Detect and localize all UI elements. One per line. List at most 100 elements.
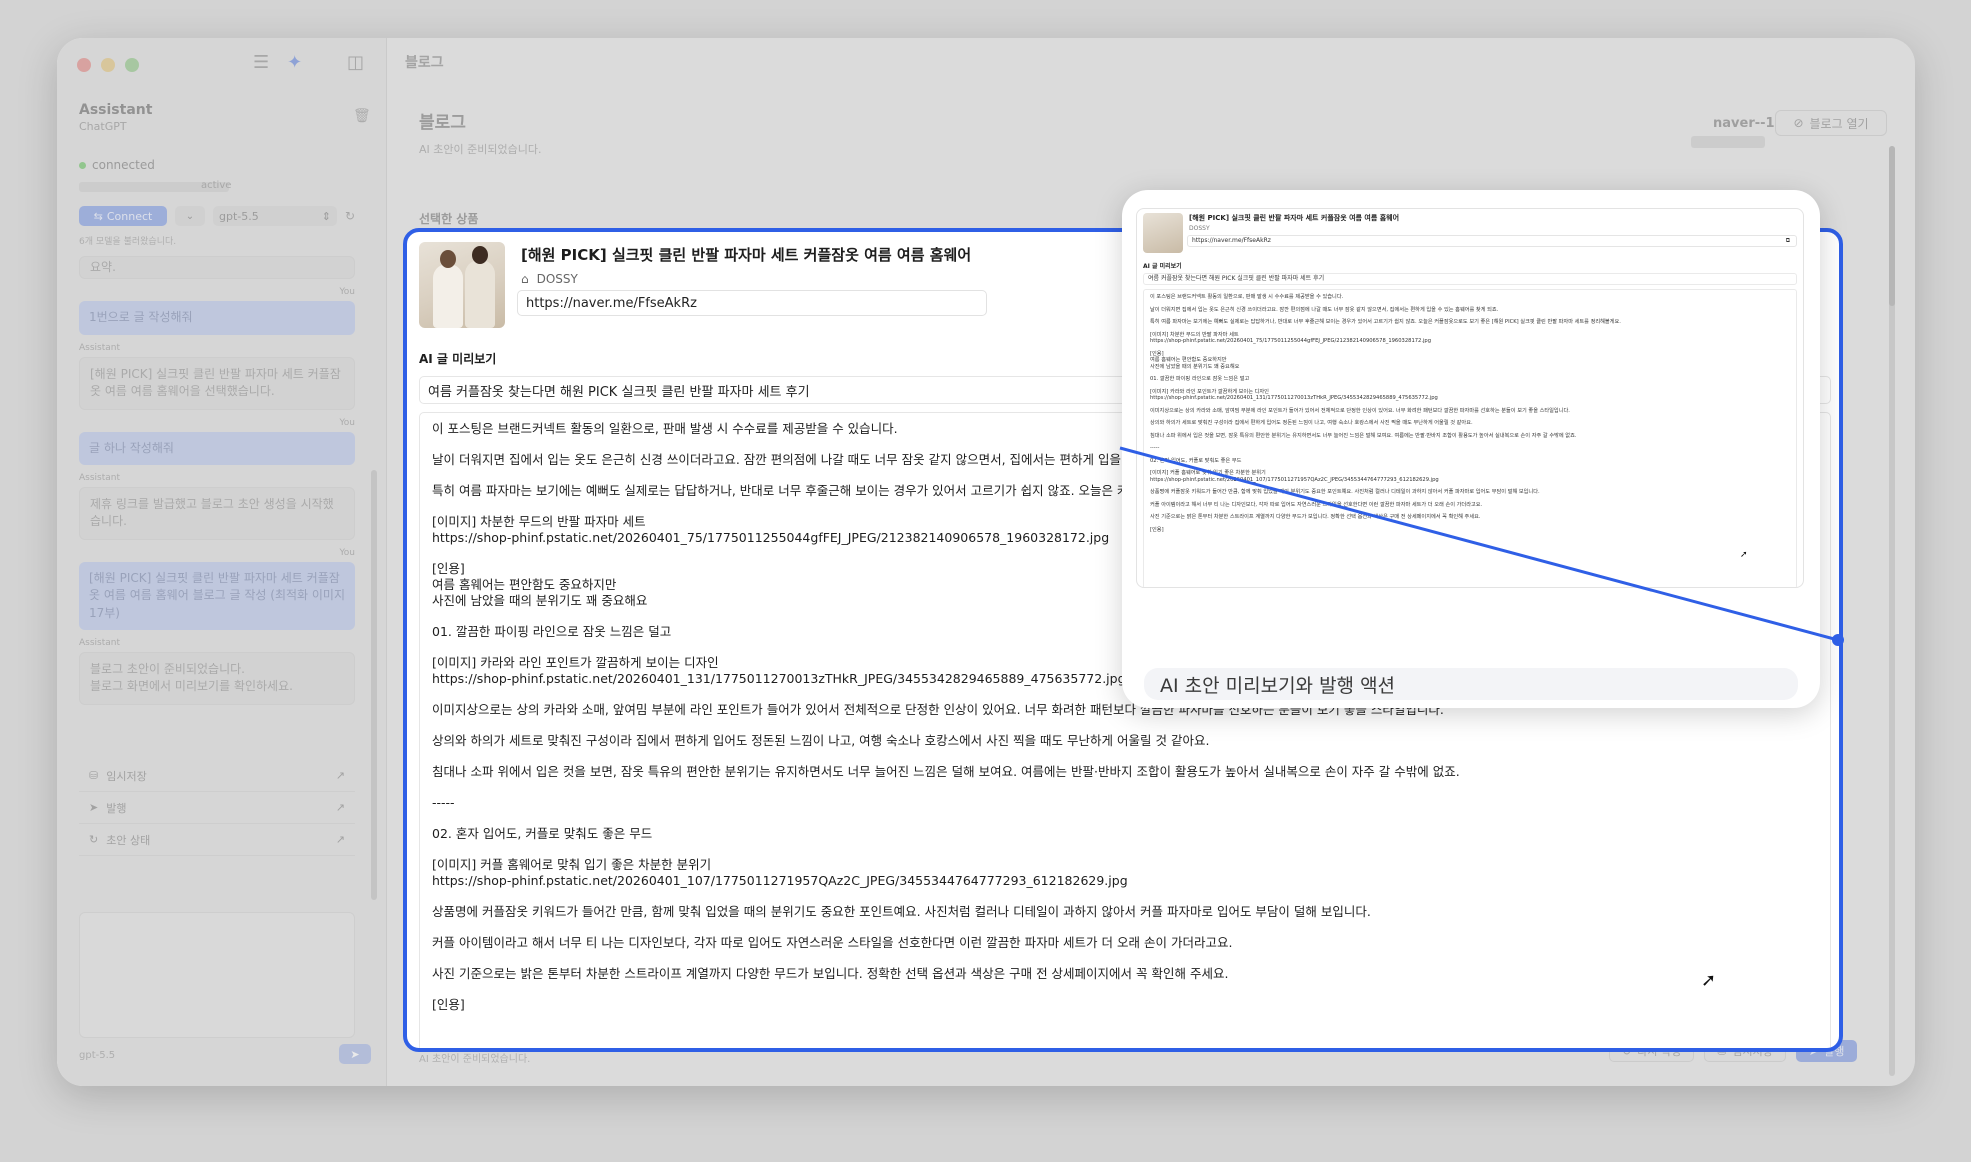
body-paragraph: [이미지] 카라와 라인 포인트가 깔끔하게 보이는 디자인 https://s… (1150, 388, 1438, 402)
active-indicator: active (79, 180, 232, 192)
connection-status: connected (79, 158, 155, 172)
product-brand: ⌂ DOSSY (521, 272, 578, 286)
body-paragraph: [인용] (432, 997, 465, 1012)
assistant-subtitle: ChatGPT (79, 120, 127, 133)
product-thumbnail (419, 242, 505, 328)
store-icon: ⌂ (521, 272, 529, 286)
post-body-preview: 이 포스팅은 브랜드커넥트 활동의 일환으로, 판매 발생 시 수수료를 제공받… (1143, 289, 1797, 587)
sidebar-toggle-icon[interactable]: ◫ (347, 52, 364, 73)
link-icon: ⇆ (93, 209, 103, 223)
body-paragraph: 사진 기준으로는 밝은 톤부터 차분한 스트라이프 계열까지 다양한 무드가 보… (432, 966, 1229, 981)
quick-actions: ⛁ 임시저장 ↗ ➤ 발행 ↗ ↻ 초안 상태 ↗ (79, 760, 355, 856)
message-role: Assistant (79, 637, 121, 648)
model-select-value: gpt-5.5 (219, 209, 259, 223)
sparkle-icon[interactable]: ✦ (287, 52, 302, 73)
model-note: 6개 모델을 불러왔습니다. (79, 237, 177, 247)
body-paragraph: [이미지] 차분한 무드의 반팔 파자마 세트 https://shop-phi… (1150, 331, 1432, 345)
copy-icon: ⧉ (1785, 237, 1790, 244)
sidebar-scrollbar[interactable] (371, 470, 377, 900)
selected-product-label: 선택한 상품 (419, 212, 479, 226)
refresh-icon: ↻ (89, 833, 99, 846)
chevron-down-icon: ⌄ (185, 210, 195, 222)
body-paragraph: 날이 더워지면 집에서 입는 옷도 은근히 신경 쓰이더라고요. 잠깐 편의점에… (1150, 306, 1499, 313)
arrow-up-right-icon: ↗ (335, 833, 345, 846)
footer-status: AI 초안이 준비되었습니다. (419, 1054, 531, 1065)
zoom-caption: AI 초안 미리보기와 발행 액션 (1144, 668, 1798, 700)
body-paragraph: 침대나 소파 위에서 입은 컷을 보면, 잠옷 특유의 편안한 분위기는 유지하… (1150, 432, 1577, 439)
post-title-field: 여름 커플잠옷 찾는다면 해원 PICK 실크핏 클린 반팔 파자마 세트 후기 (1143, 273, 1797, 285)
arrow-up-right-icon: ↗ (335, 769, 345, 782)
send-icon: ➤ (89, 801, 99, 814)
account-name: naver--1 (1713, 116, 1775, 131)
body-paragraph: 상품명에 커플잠옷 키워드가 들어간 만큼, 함께 맞춰 입었을 때의 분위기도… (432, 904, 1371, 919)
window-controls (77, 58, 139, 72)
body-paragraph: [이미지] 커플 홈웨어로 맞춰 입기 좋은 차분한 분위기 https://s… (432, 857, 1128, 888)
message-role: You (339, 417, 355, 428)
main-scrollbar[interactable] (1889, 146, 1895, 1076)
page-subtitle: AI 초안이 준비되었습니다. (419, 143, 542, 156)
zoom-window-button[interactable] (125, 58, 139, 72)
scrollbar-thumb[interactable] (1889, 146, 1895, 306)
body-paragraph: 상의와 하의가 세트로 맞춰진 구성이라 집에서 편하게 입어도 정돈된 느낌이… (1150, 420, 1473, 426)
product-title: [해원 PICK] 실크핏 클린 반팔 파자마 세트 커플잠옷 여름 여름 홈웨… (521, 246, 972, 264)
preview-label: AI 글 미리보기 (419, 352, 497, 366)
connect-options-button[interactable]: ⌄ (175, 206, 205, 226)
chat-message: 제휴 링크를 발급했고 블로그 초안 생성을 시작했습니다. (79, 486, 355, 540)
model-select[interactable]: gpt-5.5 ⇕ (213, 206, 337, 226)
body-paragraph: [인용] 여름 홈웨어는 편안함도 중요하지만 사진에 남았을 때의 분위기도 … (1150, 350, 1240, 370)
window-title: 블로그 (405, 55, 444, 71)
chat-input[interactable] (79, 912, 355, 1038)
body-paragraph: 상의와 하의가 세트로 맞춰진 구성이라 집에서 편하게 입어도 정돈된 느낌이… (432, 733, 1210, 748)
mouse-pointer-icon: ➚ (1701, 970, 1717, 991)
save-icon: ⛁ (89, 769, 99, 782)
product-url-field: https://naver.me/FfseAkRz ⧉ (1187, 235, 1797, 247)
preview-label: AI 글 미리보기 (1143, 263, 1182, 270)
chat-message: 요약. (79, 256, 355, 280)
body-paragraph: [이미지] 커플 홈웨어로 맞춰 입기 좋은 차분한 분위기 https://s… (1150, 470, 1439, 483)
model-controls: ⇆ Connect ⌄ gpt-5.5 ⇕ ↻ (79, 206, 355, 226)
send-button[interactable]: ➤ (339, 1044, 371, 1064)
connect-button[interactable]: ⇆ Connect (79, 206, 167, 226)
message-role: You (339, 287, 355, 298)
body-paragraph: 침대나 소파 위에서 입은 컷을 보면, 잠옷 특유의 편안한 분위기는 유지하… (432, 764, 1460, 779)
body-paragraph: 02. 혼자 입어도, 커플로 맞춰도 좋은 무드 (432, 826, 653, 841)
sidebar-toolbar: ☰ ✦ (253, 52, 302, 73)
body-paragraph: 상품명에 커플잠옷 키워드가 들어간 만큼, 함께 맞춰 입었을 때의 분위기도… (1150, 489, 1540, 495)
minimize-window-button[interactable] (101, 58, 115, 72)
close-window-button[interactable] (77, 58, 91, 72)
product-thumbnail (1143, 213, 1183, 253)
message-role: You (339, 547, 355, 558)
chat-message: 블로그 초안이 준비되었습니다. 블로그 화면에서 미리보기를 확인하세요. (79, 651, 355, 705)
main-header: 블로그 AI 초안이 준비되었습니다. (419, 108, 541, 157)
account-detail (1691, 136, 1765, 148)
open-blog-label: 블로그 열기 (1809, 116, 1869, 131)
trash-icon[interactable]: 🗑 (353, 108, 371, 124)
send-icon: ➤ (350, 1047, 360, 1061)
chat-message: [해원 PICK] 실크핏 클린 반팔 파자마 세트 커플잠옷 여름 여름 홈웨… (79, 561, 355, 630)
action-save-draft[interactable]: ⛁ 임시저장 ↗ (79, 760, 355, 792)
assistant-header: Assistant ChatGPT (79, 102, 152, 133)
body-paragraph: 01. 깔끔한 파이핑 라인으로 잠옷 느낌은 덜고 (1150, 376, 1250, 382)
zoom-preview: [해원 PICK] 실크핏 클린 반팔 파자마 세트 커플잠옷 여름 여름 홈웨… (1136, 208, 1804, 588)
arrow-up-right-icon: ↗ (335, 801, 345, 814)
compass-icon: ⊘ (1793, 116, 1804, 130)
chat-message: 글 하나 작성해줘 (79, 431, 355, 465)
body-paragraph: 사진 기준으로는 밝은 톤부터 차분한 스트라이프 계열까지 다양한 무드가 보… (1150, 514, 1481, 520)
body-paragraph: 특히 여름 파자마는 보기에는 예뻐도 실제로는 답답하거나, 반대로 너무 후… (1150, 319, 1621, 325)
body-paragraph: ----- (432, 795, 455, 810)
body-paragraph: 이미지상으로는 상의 카라와 소매, 앞여밈 부분에 라인 포인트가 들어가 있… (1150, 407, 1570, 414)
body-paragraph: 커플 아이템이라고 해서 너무 티 나는 디자인보다, 각자 따로 입어도 자연… (432, 935, 1233, 950)
chat-history: 요약. You 1번으로 글 작성해줘 Assistant [해원 PICK] … (79, 256, 355, 713)
action-publish[interactable]: ➤ 발행 ↗ (79, 792, 355, 824)
refresh-icon[interactable]: ↻ (345, 209, 355, 223)
active-label: active (201, 180, 232, 191)
chat-message: 1번으로 글 작성해줘 (79, 301, 355, 335)
open-blog-button[interactable]: ⊘ 블로그 열기 (1775, 110, 1887, 136)
action-draft-status[interactable]: ↻ 초안 상태 ↗ (79, 824, 355, 856)
list-icon[interactable]: ☰ (253, 52, 269, 73)
status-dot-icon (79, 161, 86, 169)
product-url-field[interactable]: https://naver.me/FfseAkRz (517, 290, 987, 316)
mouse-pointer-icon: ➚ (1740, 550, 1748, 560)
zoom-callout: [해원 PICK] 실크핏 클린 반팔 파자마 세트 커플잠옷 여름 여름 홈웨… (1122, 190, 1820, 708)
updown-icon: ⇕ (321, 209, 331, 223)
